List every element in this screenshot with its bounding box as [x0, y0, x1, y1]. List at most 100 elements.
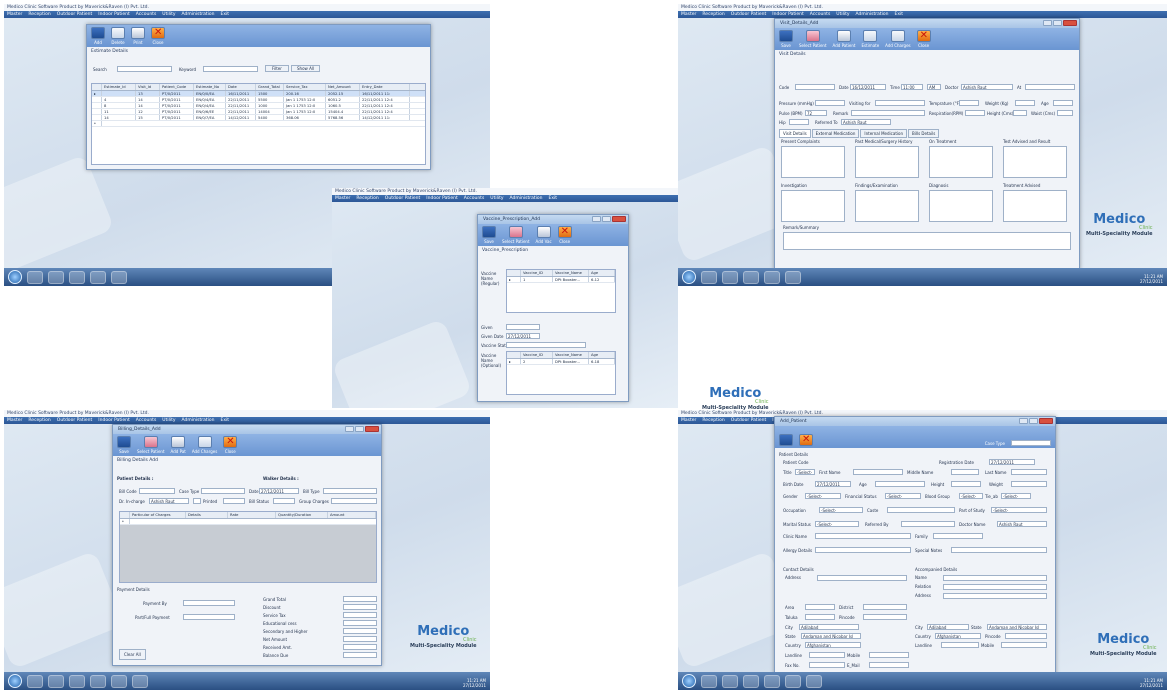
taskbar-app[interactable]	[48, 270, 64, 284]
taskbar-app[interactable]	[27, 270, 43, 284]
menu-admin[interactable]: Administration	[856, 12, 889, 17]
menu-admin[interactable]: Administration	[182, 12, 215, 17]
textarea-input[interactable]	[781, 190, 845, 222]
form-field[interactable]	[933, 533, 983, 539]
add-patient-button[interactable]: Add Patient	[833, 30, 856, 48]
form-field[interactable]	[863, 604, 907, 610]
form-field[interactable]	[943, 584, 1047, 590]
taskbar-app[interactable]	[743, 270, 759, 284]
form-field[interactable]: Afghanistan	[805, 642, 861, 648]
form-field[interactable]	[1005, 633, 1047, 639]
window-close-button[interactable]	[1039, 418, 1053, 424]
start-button[interactable]	[8, 270, 22, 284]
total-value[interactable]	[343, 628, 377, 634]
window-close-button[interactable]	[365, 426, 379, 432]
height-input[interactable]	[1013, 110, 1027, 116]
time-input[interactable]: 11:00	[901, 84, 923, 90]
new-row[interactable]: *	[92, 121, 425, 127]
menu-accounts[interactable]: Accounts	[810, 12, 831, 17]
column-header[interactable]: Estimate_Id	[102, 84, 136, 90]
form-field[interactable]: -Select-	[815, 521, 859, 527]
form-field[interactable]	[951, 547, 1047, 553]
menu-utility[interactable]: Utility	[162, 418, 175, 423]
doctor-select[interactable]: Ashish Raut	[961, 84, 1013, 90]
estimate-button[interactable]: Estimate	[862, 30, 879, 48]
form-field[interactable]	[817, 575, 907, 581]
form-field[interactable]	[951, 481, 981, 487]
add-charges-button[interactable]: Add Charges	[885, 30, 911, 48]
taskbar-app[interactable]	[722, 674, 738, 688]
form-field[interactable]: 27/12/2011	[989, 459, 1035, 465]
save-button[interactable]: Save	[117, 436, 131, 454]
menu-master[interactable]: Master	[7, 418, 22, 423]
form-field[interactable]	[869, 652, 909, 658]
menu-utility[interactable]: Utility	[162, 12, 175, 17]
textarea-input[interactable]	[1003, 190, 1067, 222]
at-select[interactable]	[1025, 84, 1075, 90]
form-field[interactable]	[805, 604, 835, 610]
close-button[interactable]: Close	[557, 226, 572, 244]
case-type-select[interactable]	[201, 488, 245, 494]
menu-indoor[interactable]: Indoor Patient	[426, 196, 458, 201]
taskbar-app[interactable]	[69, 270, 85, 284]
menu-exit[interactable]: Exit	[220, 418, 229, 423]
delete-button[interactable]: Delete	[111, 27, 125, 45]
column-header[interactable]: Service_Tax	[284, 84, 326, 90]
save-button[interactable]	[779, 434, 793, 446]
taskbar-app[interactable]	[90, 674, 106, 688]
minimize-button[interactable]	[345, 426, 354, 432]
maximize-button[interactable]	[602, 216, 611, 222]
menu-utility[interactable]: Utility	[836, 12, 849, 17]
form-field[interactable]: -Select-	[991, 507, 1047, 513]
form-field[interactable]: -Select-	[795, 469, 815, 475]
form-field[interactable]: -Select-	[1001, 493, 1031, 499]
taskbar-app[interactable]	[69, 674, 85, 688]
total-value[interactable]	[343, 620, 377, 626]
menu-exit[interactable]: Exit	[548, 196, 557, 201]
textarea-input[interactable]	[929, 190, 993, 222]
form-field[interactable]: Ashish Raut	[997, 521, 1047, 527]
close-button[interactable]: Close	[916, 30, 931, 48]
start-button[interactable]	[8, 674, 22, 688]
charges-grid[interactable]: Particular of Charges Details Rate Quantity…	[119, 511, 377, 583]
payment-by-select[interactable]	[183, 600, 235, 606]
taskbar-app[interactable]	[111, 674, 127, 688]
menu-reception[interactable]: Reception	[702, 418, 724, 423]
menu-admin[interactable]: Administration	[510, 196, 543, 201]
window-close-button[interactable]	[1063, 20, 1077, 26]
column-header[interactable]: Visit_Id	[136, 84, 160, 90]
add-pat-button[interactable]: Add Pat	[171, 436, 186, 454]
date-picker[interactable]: 27/12/2011	[259, 488, 299, 494]
estimate-grid[interactable]: Estimate_Id Visit_Id Patient_Code Estimate_…	[91, 83, 426, 165]
menu-admin[interactable]: Administration	[182, 418, 215, 423]
code-input[interactable]	[795, 84, 835, 90]
menu-indoor[interactable]: Indoor Patient	[98, 418, 130, 423]
status-select[interactable]	[506, 342, 586, 348]
form-field[interactable]: 27/12/2011	[815, 481, 851, 487]
minimize-button[interactable]	[1043, 20, 1052, 26]
weight-input[interactable]	[1015, 100, 1035, 106]
add-charges-button[interactable]: Add Charges	[192, 436, 217, 454]
close-button[interactable]: Close	[223, 436, 238, 454]
keyword-input[interactable]	[203, 66, 258, 72]
column-header[interactable]: Date	[226, 84, 256, 90]
taskbar-app[interactable]	[743, 674, 759, 688]
column-header[interactable]: Estimate_No	[194, 84, 226, 90]
waist-input[interactable]	[1057, 110, 1073, 116]
show-all-button[interactable]: Show All	[291, 65, 321, 72]
menu-outdoor[interactable]: Outdoor Patient	[731, 12, 766, 17]
given-date-picker[interactable]: 27/12/2011	[506, 333, 540, 339]
form-field[interactable]: -Select-	[819, 507, 863, 513]
form-field[interactable]: -Select-	[959, 493, 983, 499]
pressure-input[interactable]	[815, 100, 845, 106]
taskbar-app[interactable]	[701, 674, 717, 688]
form-field[interactable]: Adilabad	[927, 624, 969, 630]
printed-value[interactable]	[223, 498, 245, 504]
form-field[interactable]	[887, 507, 955, 513]
minimize-button[interactable]	[1019, 418, 1028, 424]
menu-accounts[interactable]: Accounts	[464, 196, 485, 201]
taskbar-app[interactable]	[785, 270, 801, 284]
taskbar-app[interactable]	[111, 270, 127, 284]
form-field[interactable]: Andaman and Nicobar Isl	[987, 624, 1047, 630]
age-input[interactable]	[1053, 100, 1073, 106]
